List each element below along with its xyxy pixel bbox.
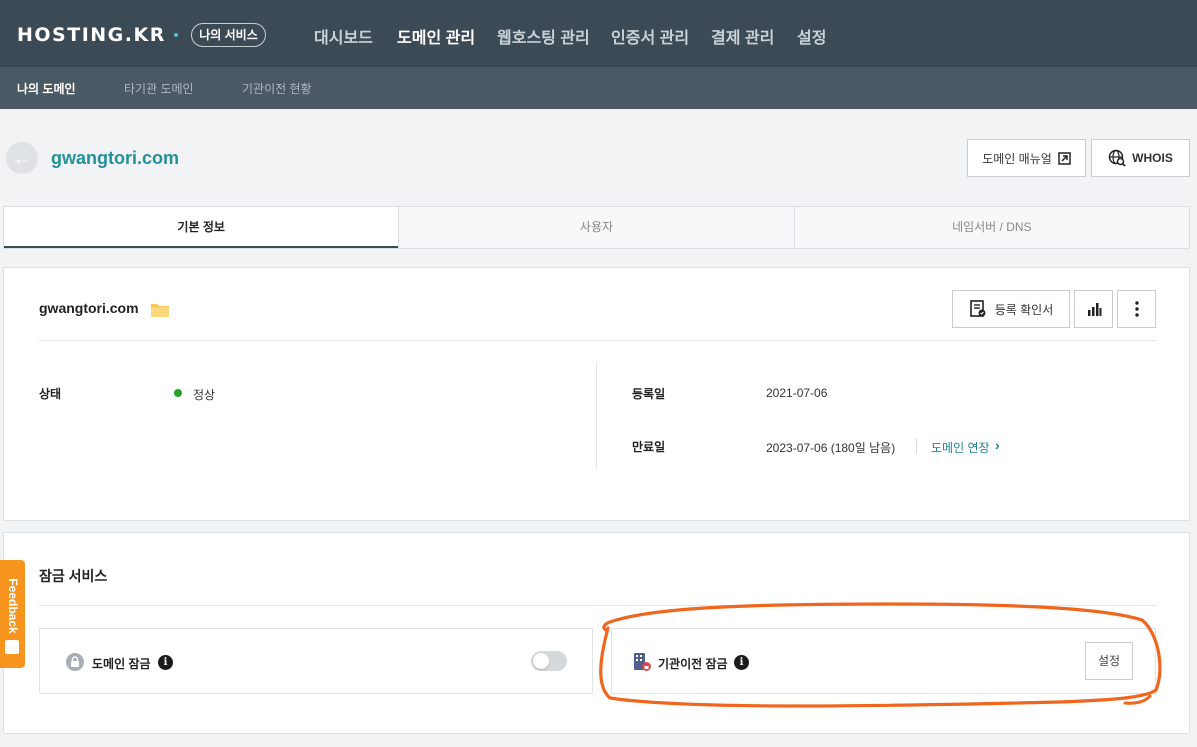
lock-service-card: 잠금 서비스 도메인 잠금 i 기관이전 잠금 i 설정 xyxy=(3,532,1190,734)
registration-certificate-button[interactable]: 등록 확인서 xyxy=(952,290,1070,328)
more-vertical-icon xyxy=(1134,301,1139,317)
manual-button-label: 도메인 매뉴얼 xyxy=(982,151,1052,166)
lock-icon xyxy=(66,653,84,671)
folder-icon xyxy=(151,304,169,317)
whois-button[interactable]: WHOIS xyxy=(1091,139,1190,177)
nav-settings[interactable]: 설정 xyxy=(797,24,826,48)
feedback-label: Feedback xyxy=(6,578,20,634)
building-lock-icon xyxy=(634,653,651,671)
more-options-button[interactable] xyxy=(1117,290,1156,328)
nav-domain-management[interactable]: 도메인 관리 xyxy=(397,24,475,48)
transfer-lock-label: 기관이전 잠금 xyxy=(658,657,728,671)
globe-search-icon xyxy=(1108,149,1126,167)
subnav-my-domains[interactable]: 나의 도메인 xyxy=(17,80,76,97)
certificate-button-label: 등록 확인서 xyxy=(994,302,1054,317)
info-column-divider xyxy=(596,362,597,468)
lock-service-title: 잠금 서비스 xyxy=(39,568,108,584)
back-arrow-icon: ← xyxy=(13,148,31,168)
subnav-transfer-status[interactable]: 기관이전 현황 xyxy=(242,80,312,97)
card-domain-name: gwangtori.com xyxy=(39,300,139,316)
status-label: 상태 xyxy=(39,387,62,401)
my-service-badge[interactable]: 나의 서비스 xyxy=(191,23,266,47)
bar-chart-icon xyxy=(1087,303,1101,316)
domain-manual-button[interactable]: 도메인 매뉴얼 xyxy=(967,139,1086,177)
external-link-icon xyxy=(1058,151,1071,165)
tab-users[interactable]: 사용자 xyxy=(398,207,793,248)
transfer-lock-row: 기관이전 잠금 i 설정 xyxy=(611,628,1156,694)
info-icon[interactable]: i xyxy=(158,655,173,670)
nav-certificate-management[interactable]: 인증서 관리 xyxy=(611,24,689,48)
top-navigation-bar xyxy=(0,0,1197,67)
registered-date-value: 2021-07-06 xyxy=(766,386,828,400)
logo-dot xyxy=(174,33,178,37)
domain-info-card: gwangtori.com 등록 확인서 상태 정상 등록일 2021-07-0… xyxy=(3,267,1190,521)
page-title: gwangtori.com xyxy=(51,148,180,168)
tab-basic-info[interactable]: 기본 정보 xyxy=(4,207,399,248)
subnav-other-registrar-domains[interactable]: 타기관 도메인 xyxy=(124,80,194,97)
feedback-smile-icon xyxy=(5,640,19,654)
status-value: 정상 xyxy=(193,388,216,402)
nav-dashboard[interactable]: 대시보드 xyxy=(314,24,373,48)
status-indicator-dot xyxy=(174,389,182,397)
domain-lock-toggle[interactable] xyxy=(531,651,567,671)
statistics-button[interactable] xyxy=(1074,290,1113,328)
tab-nameserver-dns[interactable]: 네임서버 / DNS xyxy=(793,207,1189,248)
expiry-date-label: 만료일 xyxy=(632,440,666,454)
nav-webhosting-management[interactable]: 웹호스팅 관리 xyxy=(497,24,590,48)
whois-button-label: WHOIS xyxy=(1132,151,1173,165)
expiry-date-value: 2023-07-06 (180일 남음) xyxy=(766,441,896,455)
hosting-kr-logo[interactable]: HOSTING.KR xyxy=(17,24,166,46)
card-divider xyxy=(39,340,1156,341)
domain-lock-label: 도메인 잠금 xyxy=(92,657,151,671)
back-button[interactable]: ← xyxy=(6,142,38,174)
feedback-tab[interactable]: Feedback xyxy=(0,560,25,668)
domain-renew-link[interactable]: 도메인 연장 xyxy=(931,439,990,456)
domain-detail-tabs: 기본 정보 사용자 네임서버 / DNS xyxy=(3,206,1190,249)
registered-date-label: 등록일 xyxy=(632,387,666,401)
chevron-right-icon[interactable]: › xyxy=(995,437,1000,453)
transfer-lock-settings-button[interactable]: 설정 xyxy=(1085,642,1133,680)
renew-separator xyxy=(916,438,917,454)
domain-lock-row: 도메인 잠금 i xyxy=(39,628,593,694)
certificate-icon xyxy=(969,300,986,317)
info-icon[interactable]: i xyxy=(734,655,749,670)
lock-card-divider xyxy=(39,605,1156,606)
nav-payment-management[interactable]: 결제 관리 xyxy=(711,24,774,48)
